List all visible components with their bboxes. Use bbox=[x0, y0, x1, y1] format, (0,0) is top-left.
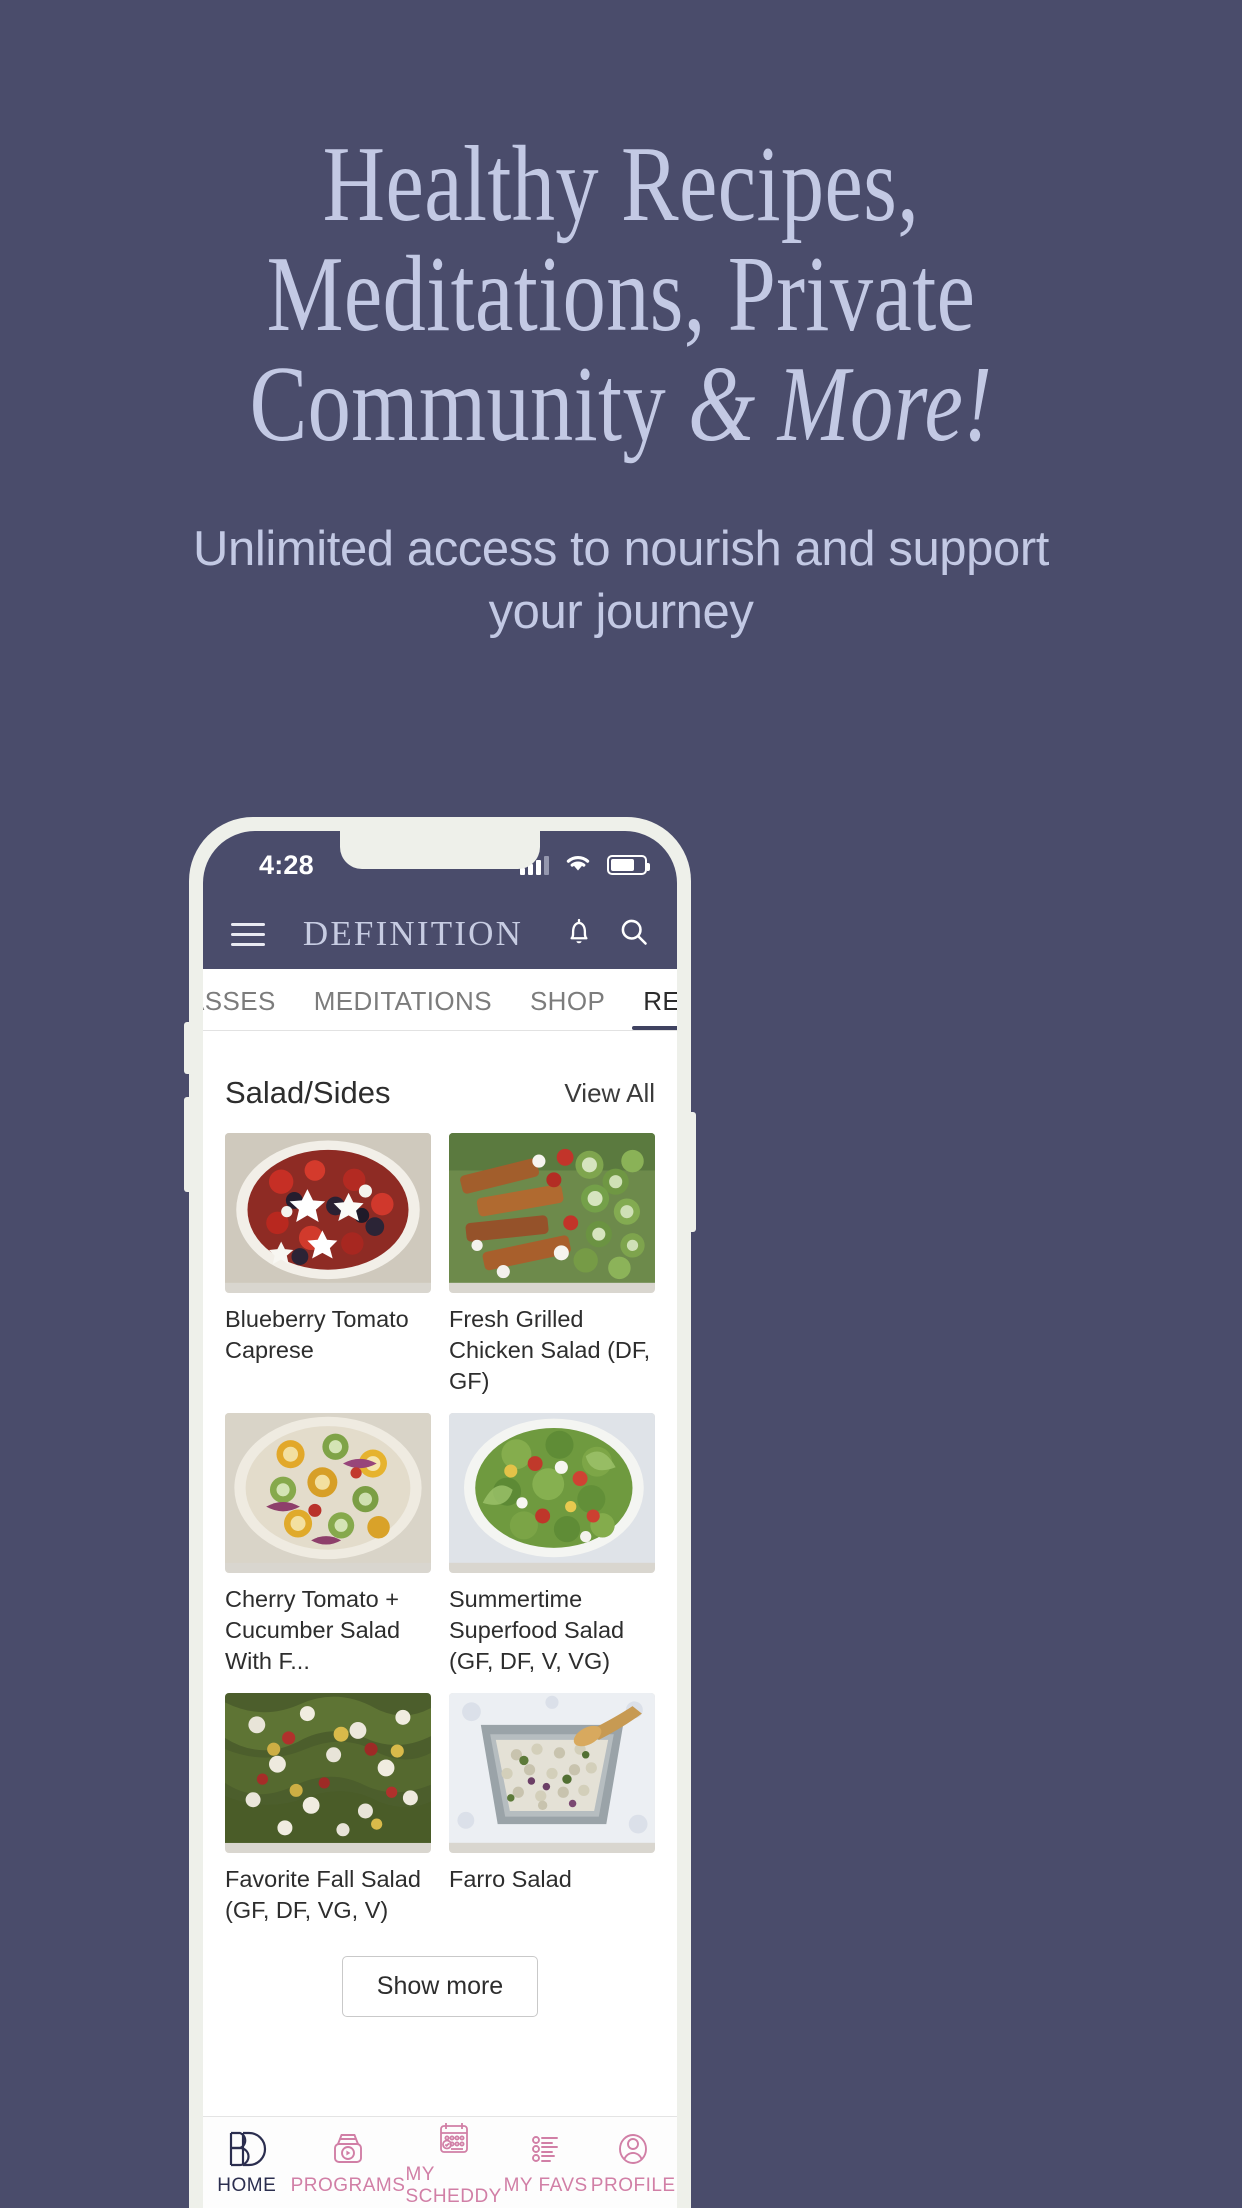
nav-label-profile: PROFILE bbox=[590, 2175, 676, 2196]
nav-item-my-scheddy[interactable]: MY SCHEDDY bbox=[405, 2117, 501, 2208]
bottom-navigation: HOME PROGRAMS MY SCHEDDY MY FAVS PROFILE bbox=[203, 2116, 677, 2208]
nav-label-my-favs: MY FAVS bbox=[503, 2175, 588, 2196]
show-more-wrapper: Show more bbox=[225, 1926, 655, 2018]
recipe-title: Favorite Fall Salad (GF, DF, VG, V) bbox=[225, 1866, 421, 1924]
hamburger-menu-icon[interactable] bbox=[231, 922, 265, 946]
headline-line-3-italic: & More! bbox=[688, 345, 993, 465]
promo-section: Healthy Recipes, Meditations, Private Co… bbox=[0, 0, 1242, 644]
promo-headline: Healthy Recipes, Meditations, Private Co… bbox=[124, 125, 1118, 460]
user-profile-icon bbox=[612, 2128, 654, 2170]
headline-line-1: Healthy Recipes, bbox=[322, 125, 920, 244]
search-icon[interactable] bbox=[619, 917, 649, 952]
status-clock: 4:28 bbox=[259, 849, 314, 880]
recipe-title: Summertime Superfood Salad (GF, DF, V, V… bbox=[449, 1586, 625, 1675]
view-all-link[interactable]: View All bbox=[564, 1078, 655, 1109]
recipe-title: Blueberry Tomato Caprese bbox=[225, 1306, 409, 1364]
list-favorites-icon bbox=[525, 2128, 567, 2170]
status-bar: 4:28 bbox=[203, 831, 677, 899]
nav-item-programs[interactable]: PROGRAMS bbox=[291, 2128, 406, 2197]
recipe-card[interactable]: Fresh Grilled Chicken Salad (DF, GF) bbox=[449, 1133, 655, 1397]
calendar-icon bbox=[433, 2117, 475, 2159]
phone-notch bbox=[340, 831, 540, 869]
recipe-thumbnail bbox=[449, 1413, 655, 1574]
show-more-button[interactable]: Show more bbox=[341, 1956, 539, 2018]
app-brand-title: DEFINITION bbox=[302, 914, 524, 953]
recipe-thumbnail bbox=[449, 1133, 655, 1293]
nav-label-programs: PROGRAMS bbox=[290, 2175, 406, 2196]
section-header: Salad/Sides View All bbox=[225, 1031, 655, 1133]
headline-line-2: Meditations, Private bbox=[266, 235, 976, 355]
recipe-thumbnail bbox=[449, 1693, 655, 1854]
nav-item-profile[interactable]: PROFILE bbox=[589, 2128, 677, 2197]
recipe-title: Cherry Tomato + Cucumber Salad With F... bbox=[225, 1586, 401, 1675]
recipes-content: Salad/Sides View All Blueberry Tomato Ca… bbox=[203, 1031, 677, 2116]
phone-mockup: 4:28 DEFINITION SSES MEDITATIONS SHOP R … bbox=[184, 817, 696, 2208]
app-header: DEFINITION bbox=[203, 899, 677, 969]
bd-monogram-logo-icon bbox=[225, 2128, 269, 2170]
app-header-actions bbox=[565, 917, 649, 952]
recipe-grid: Blueberry Tomato Caprese Fresh Grilled C… bbox=[225, 1133, 655, 1926]
nav-label-home: HOME bbox=[217, 2175, 277, 2196]
recipe-card[interactable]: Farro Salad bbox=[449, 1693, 655, 1926]
recipe-thumbnail bbox=[225, 1413, 431, 1574]
nav-label-my-scheddy: MY SCHEDDY bbox=[405, 2164, 502, 2207]
recipe-title: Farro Salad bbox=[449, 1866, 572, 1893]
recipe-card[interactable]: Blueberry Tomato Caprese bbox=[225, 1133, 431, 1397]
phone-screen: 4:28 DEFINITION SSES MEDITATIONS SHOP R … bbox=[203, 831, 677, 2208]
battery-icon bbox=[607, 855, 650, 875]
tab-classes[interactable]: ASSES bbox=[203, 986, 295, 1030]
notification-bell-icon[interactable] bbox=[565, 917, 593, 952]
tab-recipes[interactable]: RECIPES bbox=[624, 986, 677, 1030]
headline-line-3: Community & More! bbox=[124, 350, 1118, 460]
phone-frame: 4:28 DEFINITION SSES MEDITATIONS SHOP R … bbox=[189, 817, 691, 2208]
recipe-thumbnail bbox=[225, 1133, 431, 1293]
recipe-card[interactable]: Summertime Superfood Salad (GF, DF, V, V… bbox=[449, 1413, 655, 1677]
recipe-title: Fresh Grilled Chicken Salad (DF, GF) bbox=[449, 1306, 651, 1395]
wifi-icon bbox=[564, 853, 592, 878]
section-title: Salad/Sides bbox=[225, 1075, 391, 1110]
promo-subtitle: Unlimited access to nourish and support … bbox=[193, 522, 1049, 640]
recipe-card[interactable]: Cherry Tomato + Cucumber Salad With F... bbox=[225, 1413, 431, 1677]
recipe-card[interactable]: Favorite Fall Salad (GF, DF, VG, V) bbox=[225, 1693, 431, 1926]
tab-meditations[interactable]: MEDITATIONS bbox=[295, 986, 511, 1030]
category-tabs: ASSES MEDITATIONS SHOP RECIPES bbox=[203, 969, 677, 1031]
status-icons bbox=[520, 853, 650, 878]
nav-item-my-favs[interactable]: MY FAVS bbox=[502, 2128, 590, 2197]
tab-shop[interactable]: SHOP bbox=[511, 986, 624, 1030]
video-programs-icon bbox=[327, 2128, 369, 2170]
recipe-thumbnail bbox=[225, 1693, 431, 1854]
nav-item-home[interactable]: HOME bbox=[203, 2128, 291, 2197]
headline-line-3-plain: Community bbox=[249, 345, 689, 465]
